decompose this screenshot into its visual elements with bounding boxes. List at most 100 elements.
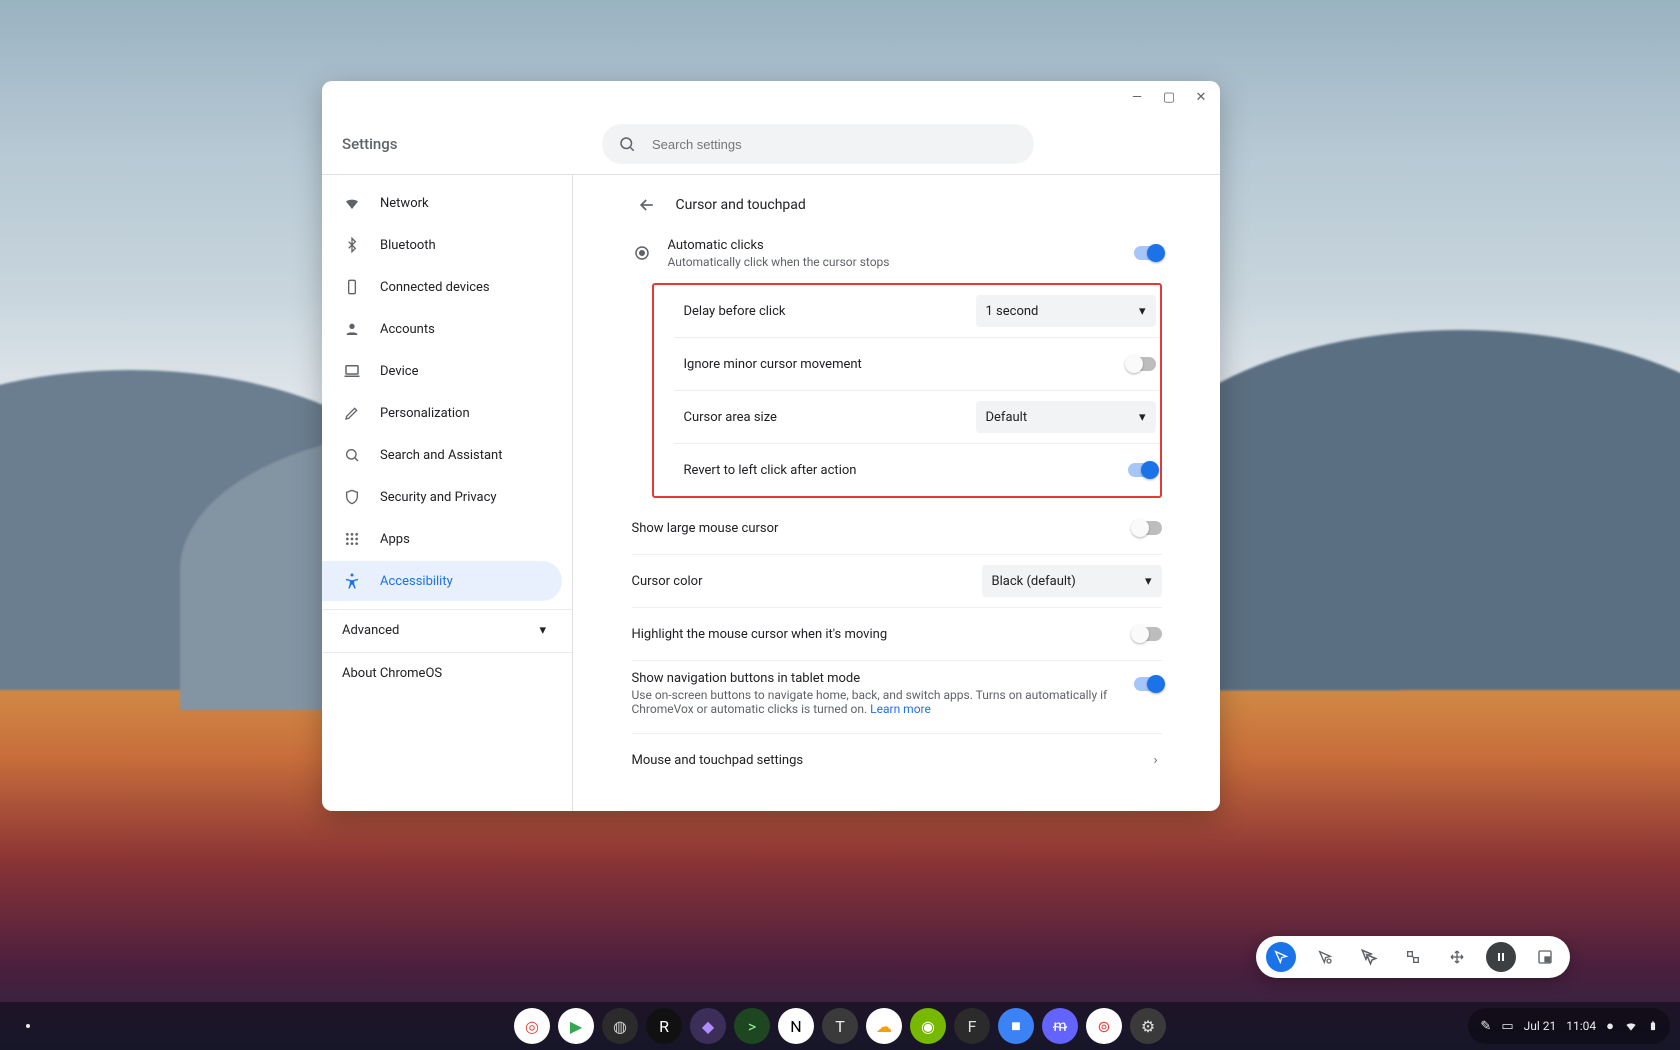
shelf-app-settings[interactable]: ⚙ [1130,1008,1166,1044]
window-minimize-button[interactable]: — [1126,87,1148,109]
setting-sublabel: Use on-screen buttons to navigate home, … [632,688,1118,716]
delay-dropdown[interactable]: 1 second ▾ [976,295,1156,327]
sidebar-item-accounts[interactable]: Accounts [322,309,562,349]
launcher-button[interactable] [10,1008,46,1044]
autoclick-left-click-icon[interactable] [1266,942,1296,972]
chevron-down-icon: ▾ [1139,304,1146,319]
sidebar-item-label: Bluetooth [380,238,436,253]
settings-window: — ▢ ✕ Settings Network [322,81,1220,811]
shelf-app-chrome[interactable]: ◎ [514,1008,550,1044]
back-button[interactable] [632,190,662,220]
sidebar-item-connected-devices[interactable]: Connected devices [322,267,562,307]
minimize-icon: — [1132,90,1142,105]
shelf-apps: ◎▶◍R◆>NT☁◉F■ᵯ⊚⚙ [514,1008,1166,1044]
bluetooth-icon [342,235,362,255]
shelf-app-play-store[interactable]: ▶ [558,1008,594,1044]
autoclick-toolbar[interactable] [1256,936,1570,978]
highlight-moving-toggle[interactable] [1134,627,1162,641]
window-maximize-button[interactable]: ▢ [1158,87,1180,109]
mouse-touchpad-settings-link[interactable]: Mouse and touchpad settings › [632,734,1162,786]
shelf-app-app-blue[interactable]: ■ [998,1008,1034,1044]
sidebar-item-label: Network [380,196,429,211]
sidebar-item-security-privacy[interactable]: Security and Privacy [322,477,562,517]
shield-icon [342,487,362,507]
sidebar-item-apps[interactable]: Apps [322,519,562,559]
settings-body: Network Bluetooth Connected devices Acco… [322,175,1220,811]
search-input[interactable] [650,136,1018,153]
learn-more-link[interactable]: Learn more [870,702,931,716]
shelf-app-app-r[interactable]: R [646,1008,682,1044]
autoclick-double-click-icon[interactable] [1354,942,1384,972]
window-close-button[interactable]: ✕ [1190,87,1212,109]
cursor-color-dropdown[interactable]: Black (default) ▾ [982,565,1162,597]
shelf-app-notion[interactable]: N [778,1008,814,1044]
settings-header: Settings [322,114,1220,175]
chevron-down-icon: ▾ [1145,574,1152,589]
shelf-app-terminal[interactable]: > [734,1008,770,1044]
shelf-app-app-circle[interactable]: ◍ [602,1008,638,1044]
ignore-movement-toggle[interactable] [1128,357,1156,371]
setting-label: Revert to left click after action [684,463,1112,478]
shelf-app-app-ring[interactable]: ⊚ [1086,1008,1122,1044]
autoclick-pause-icon[interactable] [1486,942,1516,972]
sidebar-item-device[interactable]: Device [322,351,562,391]
sidebar-item-label: Security and Privacy [380,490,497,505]
chevron-right-icon: › [1154,753,1162,768]
setting-delay-before-click: Delay before click 1 second ▾ [674,285,1160,338]
setting-cursor-area-size: Cursor area size Default ▾ [674,391,1160,444]
sidebar-item-network[interactable]: Network [322,183,562,223]
shelf-app-app-t[interactable]: T [822,1008,858,1044]
autoclick-scroll-icon[interactable] [1442,942,1472,972]
wifi-icon [342,193,362,213]
shelf-app-app-f[interactable]: F [954,1008,990,1044]
setting-label: Show navigation buttons in tablet mode [632,671,1118,686]
tray-date: Jul 21 [1524,1019,1557,1033]
sidebar-about[interactable]: About ChromeOS [322,652,572,693]
highlight-annotation: Delay before click 1 second ▾ Ignore min… [652,283,1162,498]
window-titlebar: — ▢ ✕ [322,81,1220,114]
page-header: Cursor and touchpad [632,183,1162,227]
setting-label: Show large mouse cursor [632,521,1118,536]
sidebar-item-label: Search and Assistant [380,448,503,463]
search-icon [618,135,636,153]
search-container[interactable] [602,124,1034,164]
apps-grid-icon [342,529,362,549]
setting-automatic-clicks: Automatic clicks Automatically click whe… [632,227,1162,279]
large-cursor-toggle[interactable] [1134,521,1162,535]
shelf: ◎▶◍R◆>NT☁◉F■ᵯ⊚⚙ ✎ ▭ Jul 21 11:04 ● [0,1002,1680,1050]
setting-large-cursor: Show large mouse cursor [632,502,1162,555]
autoclick-right-click-icon[interactable] [1310,942,1340,972]
shelf-app-obsidian[interactable]: ◆ [690,1008,726,1044]
setting-ignore-minor-movement: Ignore minor cursor movement [674,338,1160,391]
autoclick-position-icon[interactable] [1530,942,1560,972]
setting-label: Cursor area size [684,410,960,425]
shelf-app-nvidia[interactable]: ◉ [910,1008,946,1044]
stylus-icon: ✎ [1480,1019,1491,1034]
sidebar-item-personalization[interactable]: Personalization [322,393,562,433]
setting-label: Highlight the mouse cursor when it's mov… [632,627,1118,642]
chevron-down-icon: ▾ [539,623,546,638]
setting-revert-left-click: Revert to left click after action [674,444,1160,496]
automatic-clicks-toggle[interactable] [1134,246,1162,260]
setting-label: Ignore minor cursor movement [684,357,1112,372]
sidebar-advanced-toggle[interactable]: Advanced ▾ [322,609,572,650]
sidebar-item-label: Accessibility [380,574,453,589]
tablet-nav-toggle[interactable] [1134,677,1162,691]
status-tray[interactable]: ✎ ▭ Jul 21 11:04 ● [1468,1008,1670,1044]
search-assist-icon [342,445,362,465]
cursor-area-dropdown[interactable]: Default ▾ [976,401,1156,433]
sidebar-item-label: Device [380,364,419,379]
shelf-app-app-cloud[interactable]: ☁ [866,1008,902,1044]
settings-main: Cursor and touchpad Automatic clicks Aut… [573,175,1220,811]
setting-cursor-color: Cursor color Black (default) ▾ [632,555,1162,608]
phone-hub-icon: ▭ [1501,1019,1513,1034]
sidebar-item-bluetooth[interactable]: Bluetooth [322,225,562,265]
shelf-app-mastodon[interactable]: ᵯ [1042,1008,1078,1044]
revert-left-toggle[interactable] [1128,463,1156,477]
autoclick-drag-icon[interactable] [1398,942,1428,972]
target-icon [632,244,652,262]
sidebar-item-search-assistant[interactable]: Search and Assistant [322,435,562,475]
sidebar-item-accessibility[interactable]: Accessibility [322,561,562,601]
dropdown-value: Black (default) [992,574,1076,589]
accessibility-icon [342,571,362,591]
